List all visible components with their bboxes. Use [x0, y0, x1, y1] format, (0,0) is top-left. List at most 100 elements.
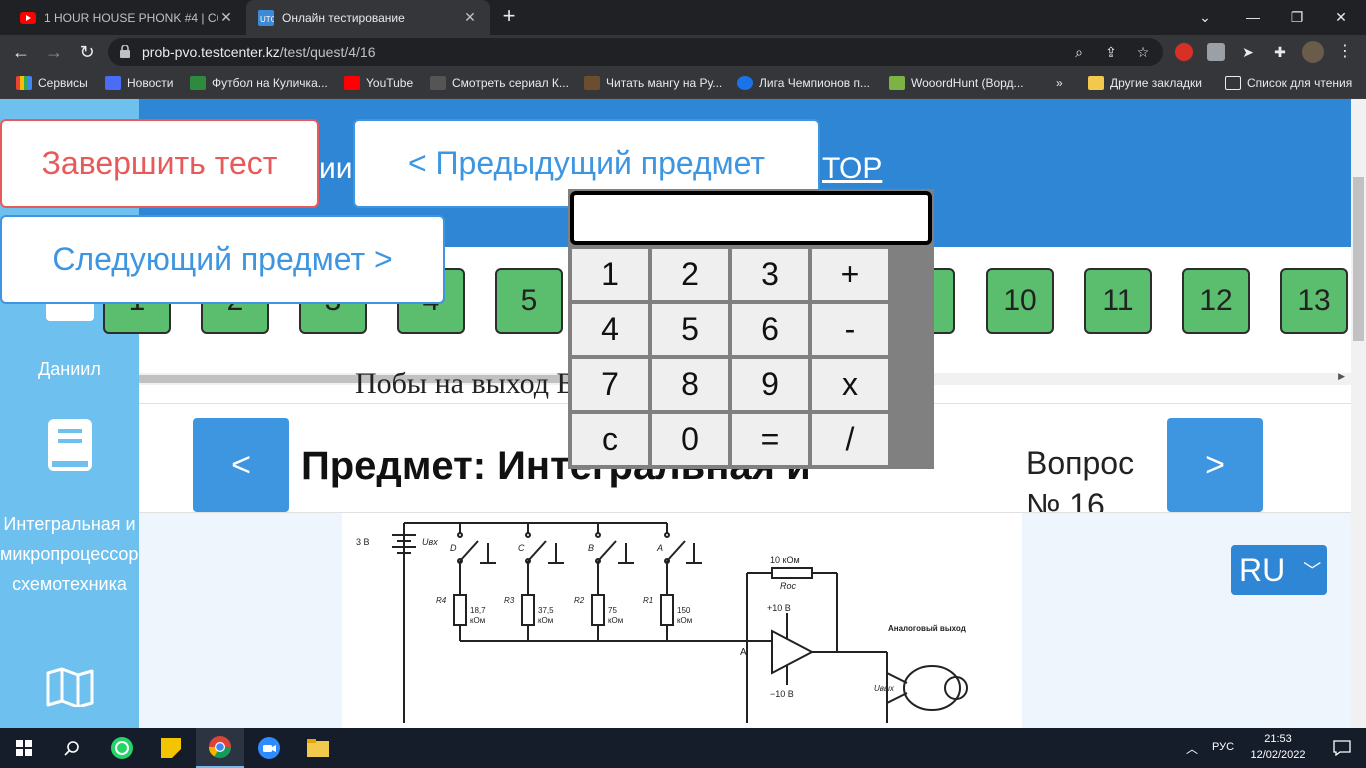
close-tab-icon[interactable]: ✕ [462, 9, 478, 26]
question-number-button[interactable]: 11 [1084, 268, 1152, 334]
testcenter-icon: UTC [258, 9, 274, 26]
negative-supply-label: −10 В [770, 689, 794, 699]
calc-key-8[interactable]: 8 [652, 359, 728, 410]
address-bar[interactable]: prob-pvo.testcenter.kz/test/quest/4/16 ⌕… [108, 38, 1163, 66]
positive-supply-label: +10 В [767, 603, 791, 613]
sticky-notes-icon[interactable] [147, 728, 195, 768]
resistor-r1-name: R1 [643, 596, 653, 605]
bookmark-football[interactable]: Футбол на Куличка... [190, 76, 328, 90]
calc-key-6[interactable]: 6 [732, 304, 808, 355]
next-question-button[interactable]: > [1167, 418, 1263, 512]
youtube-icon [20, 10, 36, 26]
bookmark-news[interactable]: Новости [105, 76, 173, 90]
bookmark-star-icon[interactable]: ☆ [1134, 43, 1152, 61]
whatsapp-icon[interactable] [98, 728, 146, 768]
close-tab-icon[interactable]: ✕ [218, 9, 234, 26]
resistor-r3-unit: кОм [538, 616, 553, 625]
next-subject-button[interactable]: Следующий предмет > [0, 215, 445, 304]
extension-adblock-icon[interactable] [1175, 43, 1193, 61]
clock-time: 21:53 [1264, 733, 1292, 745]
calc-key-9[interactable]: 9 [732, 359, 808, 410]
bookmark-wooordhunt[interactable]: WooordHunt (Ворд... [889, 76, 1024, 90]
switch-d-label: D [450, 543, 457, 553]
minimize-icon[interactable]: — [1238, 5, 1268, 29]
finish-test-button[interactable]: Завершить тест [0, 119, 319, 208]
resistor-r1-unit: кОм [677, 616, 692, 625]
calc-key-7[interactable]: 7 [572, 359, 648, 410]
calc-key-0[interactable]: 0 [652, 414, 728, 465]
calculator-display[interactable] [570, 191, 932, 245]
question-number-button[interactable]: 13 [1280, 268, 1348, 334]
search-icon[interactable] [48, 728, 96, 768]
book-icon[interactable] [46, 417, 94, 478]
calc-key-1[interactable]: 1 [572, 249, 648, 300]
header-link-fragment[interactable]: ТОР [822, 152, 882, 186]
bookmark-reading-list[interactable]: Список для чтения [1225, 76, 1352, 90]
map-icon[interactable] [46, 667, 94, 712]
calc-key-4[interactable]: 4 [572, 304, 648, 355]
calc-key-equals[interactable]: = [732, 414, 808, 465]
tab-youtube[interactable]: 1 HOUR HOUSE PHONK #4 | Сбо ✕ [8, 0, 246, 35]
forward-icon[interactable]: → [42, 40, 66, 64]
bookmark-youtube[interactable]: YouTube [344, 76, 413, 90]
calc-key-5[interactable]: 5 [652, 304, 728, 355]
zoom-icon[interactable]: ⌕ [1070, 43, 1088, 61]
calc-key-multiply[interactable]: x [812, 359, 888, 410]
scrollbar-thumb[interactable] [1353, 177, 1364, 341]
windows-start-icon[interactable] [0, 728, 48, 768]
calc-key-minus[interactable]: - [812, 304, 888, 355]
reading-list-icon [1225, 76, 1241, 90]
prev-question-button[interactable]: < [193, 418, 289, 512]
question-number-button[interactable]: 12 [1182, 268, 1250, 334]
tray-chevron-up-icon[interactable]: ︿ [1180, 728, 1204, 768]
close-window-icon[interactable]: ✕ [1326, 5, 1356, 29]
vertical-scrollbar[interactable] [1351, 99, 1366, 728]
notifications-icon[interactable] [1318, 728, 1366, 768]
header-text-fragment: ии [319, 152, 353, 185]
calc-key-clear[interactable]: c [572, 414, 648, 465]
bookmark-manga[interactable]: Читать мангу на Ру... [584, 76, 722, 90]
clock-date: 12/02/2022 [1250, 749, 1306, 761]
scroll-right-icon[interactable]: ▶ [1338, 371, 1345, 382]
calc-key-2[interactable]: 2 [652, 249, 728, 300]
chrome-icon[interactable] [196, 728, 244, 768]
resistor-r2-name: R2 [574, 596, 585, 605]
feedback-resistor-name: Rос [780, 581, 797, 591]
menu-kebab-icon[interactable]: ⋮ [1336, 43, 1354, 61]
question-content: 3 В Uвх D C B A R4 18,7 кОм R3 37,5 кОм … [139, 513, 1351, 728]
calc-key-divide[interactable]: / [812, 414, 888, 465]
tab-online-testing[interactable]: UTC Онлайн тестирование ✕ [246, 0, 490, 35]
share-icon[interactable]: ⇪ [1102, 43, 1120, 61]
extension-icon[interactable] [1207, 43, 1225, 61]
input-voltage-label: Uвх [422, 537, 438, 547]
bookmark-serial[interactable]: Смотреть сериал К... [430, 76, 569, 90]
restore-icon[interactable]: ❐ [1282, 5, 1312, 29]
bookmark-champions[interactable]: Лига Чемпионов п... [737, 76, 870, 90]
question-number-button[interactable]: 5 [495, 268, 563, 334]
bookmark-services[interactable]: Сервисы [16, 76, 88, 90]
resistor-r4-value: 18,7 [470, 606, 486, 615]
chevron-down-icon: ﹀ [1303, 561, 1322, 581]
hd-icon [430, 76, 446, 90]
bookmark-other[interactable]: Другие закладки [1088, 76, 1202, 90]
language-select[interactable]: RU ﹀ [1231, 545, 1327, 595]
extensions-puzzle-icon[interactable]: ✚ [1271, 43, 1289, 61]
cursor-extension-icon[interactable]: ➤ [1239, 43, 1257, 61]
new-tab-icon[interactable]: + [498, 5, 520, 28]
profile-avatar[interactable] [1302, 41, 1324, 63]
circuit-diagram: 3 В Uвх D C B A R4 18,7 кОм R3 37,5 кОм … [342, 513, 1022, 728]
question-number-button[interactable]: 10 [986, 268, 1054, 334]
reload-icon[interactable]: ↻ [75, 40, 99, 64]
input-language-indicator[interactable]: РУС [1212, 741, 1234, 753]
tab-search-icon[interactable]: ⌄ [1190, 5, 1220, 29]
calc-key-plus[interactable]: + [812, 249, 888, 300]
sidebar-user-name[interactable]: Даниил [0, 359, 139, 380]
more-bookmarks-button[interactable]: » [1056, 76, 1063, 90]
calc-key-3[interactable]: 3 [732, 249, 808, 300]
file-explorer-icon[interactable] [294, 728, 342, 768]
switch-c-label: C [518, 543, 525, 553]
zoom-app-icon[interactable] [245, 728, 293, 768]
sidebar-course-name[interactable]: Интегральная и микропроцессорная схемоте… [0, 509, 168, 599]
taskbar-clock[interactable]: 21:53 12/02/2022 [1248, 731, 1308, 763]
back-icon[interactable]: ← [9, 40, 33, 64]
